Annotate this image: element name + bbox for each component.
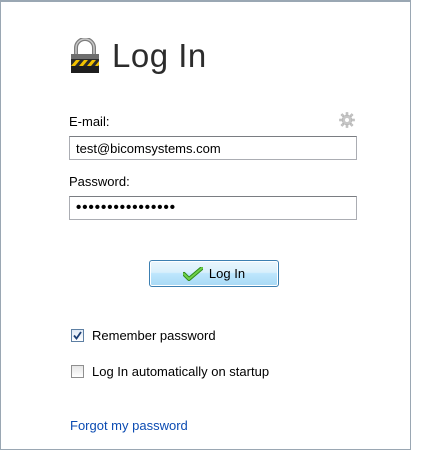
remember-password-checkbox[interactable] (71, 329, 84, 342)
autologin-option[interactable]: Log In automatically on startup (71, 364, 269, 379)
login-header: Log In (68, 36, 207, 76)
remember-password-label: Remember password (92, 328, 216, 343)
login-window: Log In E-mail: Password: •••••••••••••••… (0, 0, 411, 450)
lock-icon (68, 38, 102, 74)
checkmark-icon (182, 266, 203, 281)
autologin-label: Log In automatically on startup (92, 364, 270, 379)
email-label: E-mail: (69, 114, 110, 129)
remember-password-option[interactable]: Remember password (71, 328, 216, 343)
password-label: Password: (69, 174, 130, 189)
password-field[interactable]: •••••••••••••••• (69, 196, 357, 220)
login-button[interactable]: Log In (149, 260, 279, 287)
gear-icon[interactable] (339, 112, 355, 128)
forgot-password-link[interactable]: Forgot my password (70, 418, 188, 433)
page-title: Log In (112, 37, 207, 74)
autologin-checkbox[interactable] (71, 365, 84, 378)
login-button-label: Log In (208, 266, 246, 281)
email-field[interactable] (69, 136, 357, 160)
